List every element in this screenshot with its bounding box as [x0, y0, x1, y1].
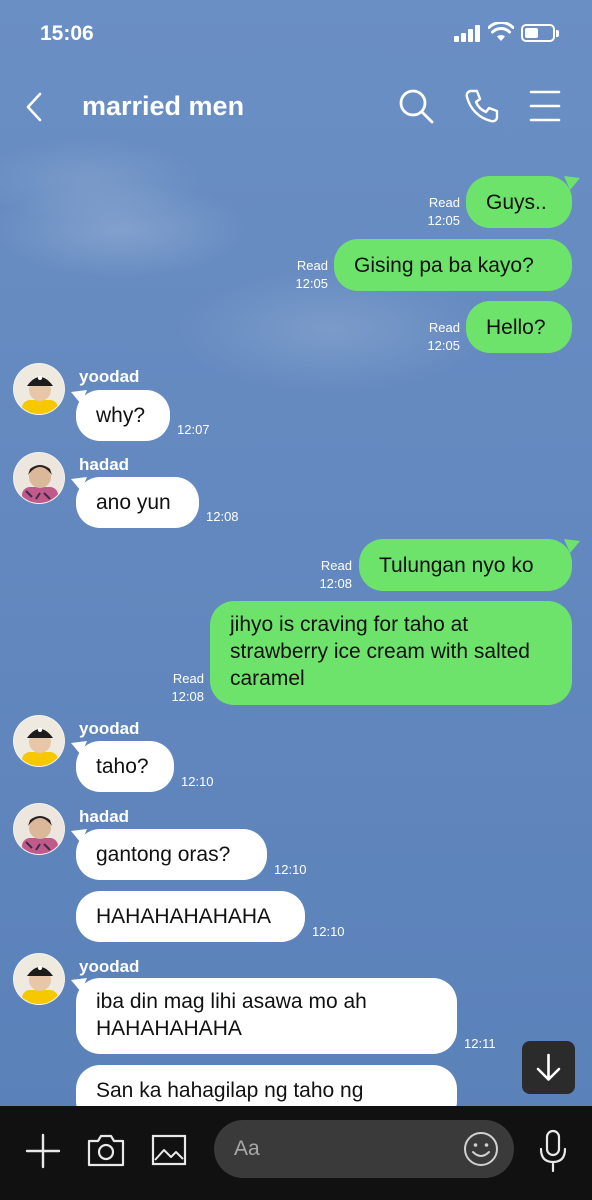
chat-screen: 15:06 married men Read 12:05 Guys.. Read…: [0, 0, 592, 1200]
read-receipt: Read 12:05: [295, 258, 328, 291]
back-chevron-icon[interactable]: [22, 90, 48, 124]
sender-name: yoodad: [79, 957, 140, 976]
status-time: 15:06: [40, 22, 94, 45]
emoji-icon[interactable]: [462, 1130, 500, 1168]
avatar-hadad[interactable]: [13, 452, 65, 504]
search-icon[interactable]: [396, 86, 436, 126]
message-bubble-sent[interactable]: Tulungan nyo ko: [359, 539, 572, 591]
message-text: why?: [96, 404, 146, 427]
read-receipt: Read 12:08: [171, 671, 204, 704]
message-composer[interactable]: [214, 1120, 514, 1178]
message-time: 12:10: [181, 774, 214, 789]
message-bubble-received[interactable]: gantong oras?: [76, 829, 267, 880]
phone-icon[interactable]: [462, 86, 502, 126]
message-text: HAHAHAHAHAHA: [96, 905, 272, 928]
message-text: iba din mag lihi asawa mo ah HAHAHAHAHA: [96, 990, 367, 1040]
read-receipt: Read 12:05: [427, 195, 460, 228]
message-input[interactable]: [234, 1130, 454, 1168]
message-bubble-received[interactable]: ano yun: [76, 477, 199, 528]
message-bubble-received[interactable]: why?: [76, 390, 170, 441]
status-bar: 15:06: [0, 0, 592, 70]
battery-level: [525, 28, 538, 38]
message-bubble-received[interactable]: iba din mag lihi asawa mo ah HAHAHAHAHA: [76, 978, 457, 1054]
avatar-yoodad[interactable]: [13, 715, 65, 767]
message-bubble-received[interactable]: HAHAHAHAHAHA: [76, 891, 305, 942]
microphone-icon[interactable]: [538, 1128, 568, 1174]
message-time: 12:11: [464, 1036, 496, 1051]
arrow-down-icon: [536, 1053, 561, 1081]
message-text: San ka hahagilap ng taho ng: [96, 1079, 364, 1102]
message-text: Gising pa ba kayo?: [354, 253, 534, 277]
message-text: Tulungan nyo ko: [379, 553, 534, 577]
avatar-yoodad[interactable]: [13, 363, 65, 415]
message-text: Guys..: [486, 190, 547, 214]
message-time: 12:08: [206, 509, 239, 524]
message-bubble-sent[interactable]: Hello?: [466, 301, 572, 353]
message-bubble-received[interactable]: taho?: [76, 741, 174, 792]
wifi-icon: [488, 22, 514, 41]
message-text: Hello?: [486, 315, 546, 339]
avatar-hadad[interactable]: [13, 803, 65, 855]
avatar-yoodad[interactable]: [13, 953, 65, 1005]
bubble-tail: [564, 176, 580, 190]
message-bubble-sent[interactable]: Gising pa ba kayo?: [334, 239, 572, 291]
bubble-tail: [564, 539, 580, 553]
message-text: ano yun: [96, 491, 171, 514]
input-bar: [0, 1106, 592, 1200]
battery-icon: [521, 24, 559, 42]
sender-name: hadad: [79, 807, 130, 826]
message-time: 12:07: [177, 422, 210, 437]
message-time: 12:10: [274, 862, 307, 877]
chat-header: married men: [0, 72, 592, 142]
sender-name: yoodad: [79, 367, 140, 386]
plus-icon[interactable]: [24, 1132, 62, 1170]
read-receipt: Read 12:08: [319, 558, 352, 591]
message-text: gantong oras?: [96, 843, 231, 866]
chat-title: married men: [82, 91, 245, 121]
camera-icon[interactable]: [86, 1132, 126, 1168]
sender-name: yoodad: [79, 719, 140, 738]
menu-icon[interactable]: [526, 86, 566, 126]
message-bubble-sent[interactable]: Guys..: [466, 176, 572, 228]
sender-name: hadad: [79, 455, 130, 474]
message-text: taho?: [96, 755, 149, 778]
read-receipt: Read 12:05: [427, 320, 460, 353]
scroll-down-button[interactable]: [522, 1041, 575, 1094]
message-text: jihyo is craving for taho at strawberry …: [230, 613, 530, 690]
message-time: 12:10: [312, 924, 345, 939]
message-bubble-sent[interactable]: jihyo is craving for taho at strawberry …: [210, 601, 572, 705]
image-icon[interactable]: [150, 1132, 188, 1168]
signal-icon: [454, 24, 482, 42]
